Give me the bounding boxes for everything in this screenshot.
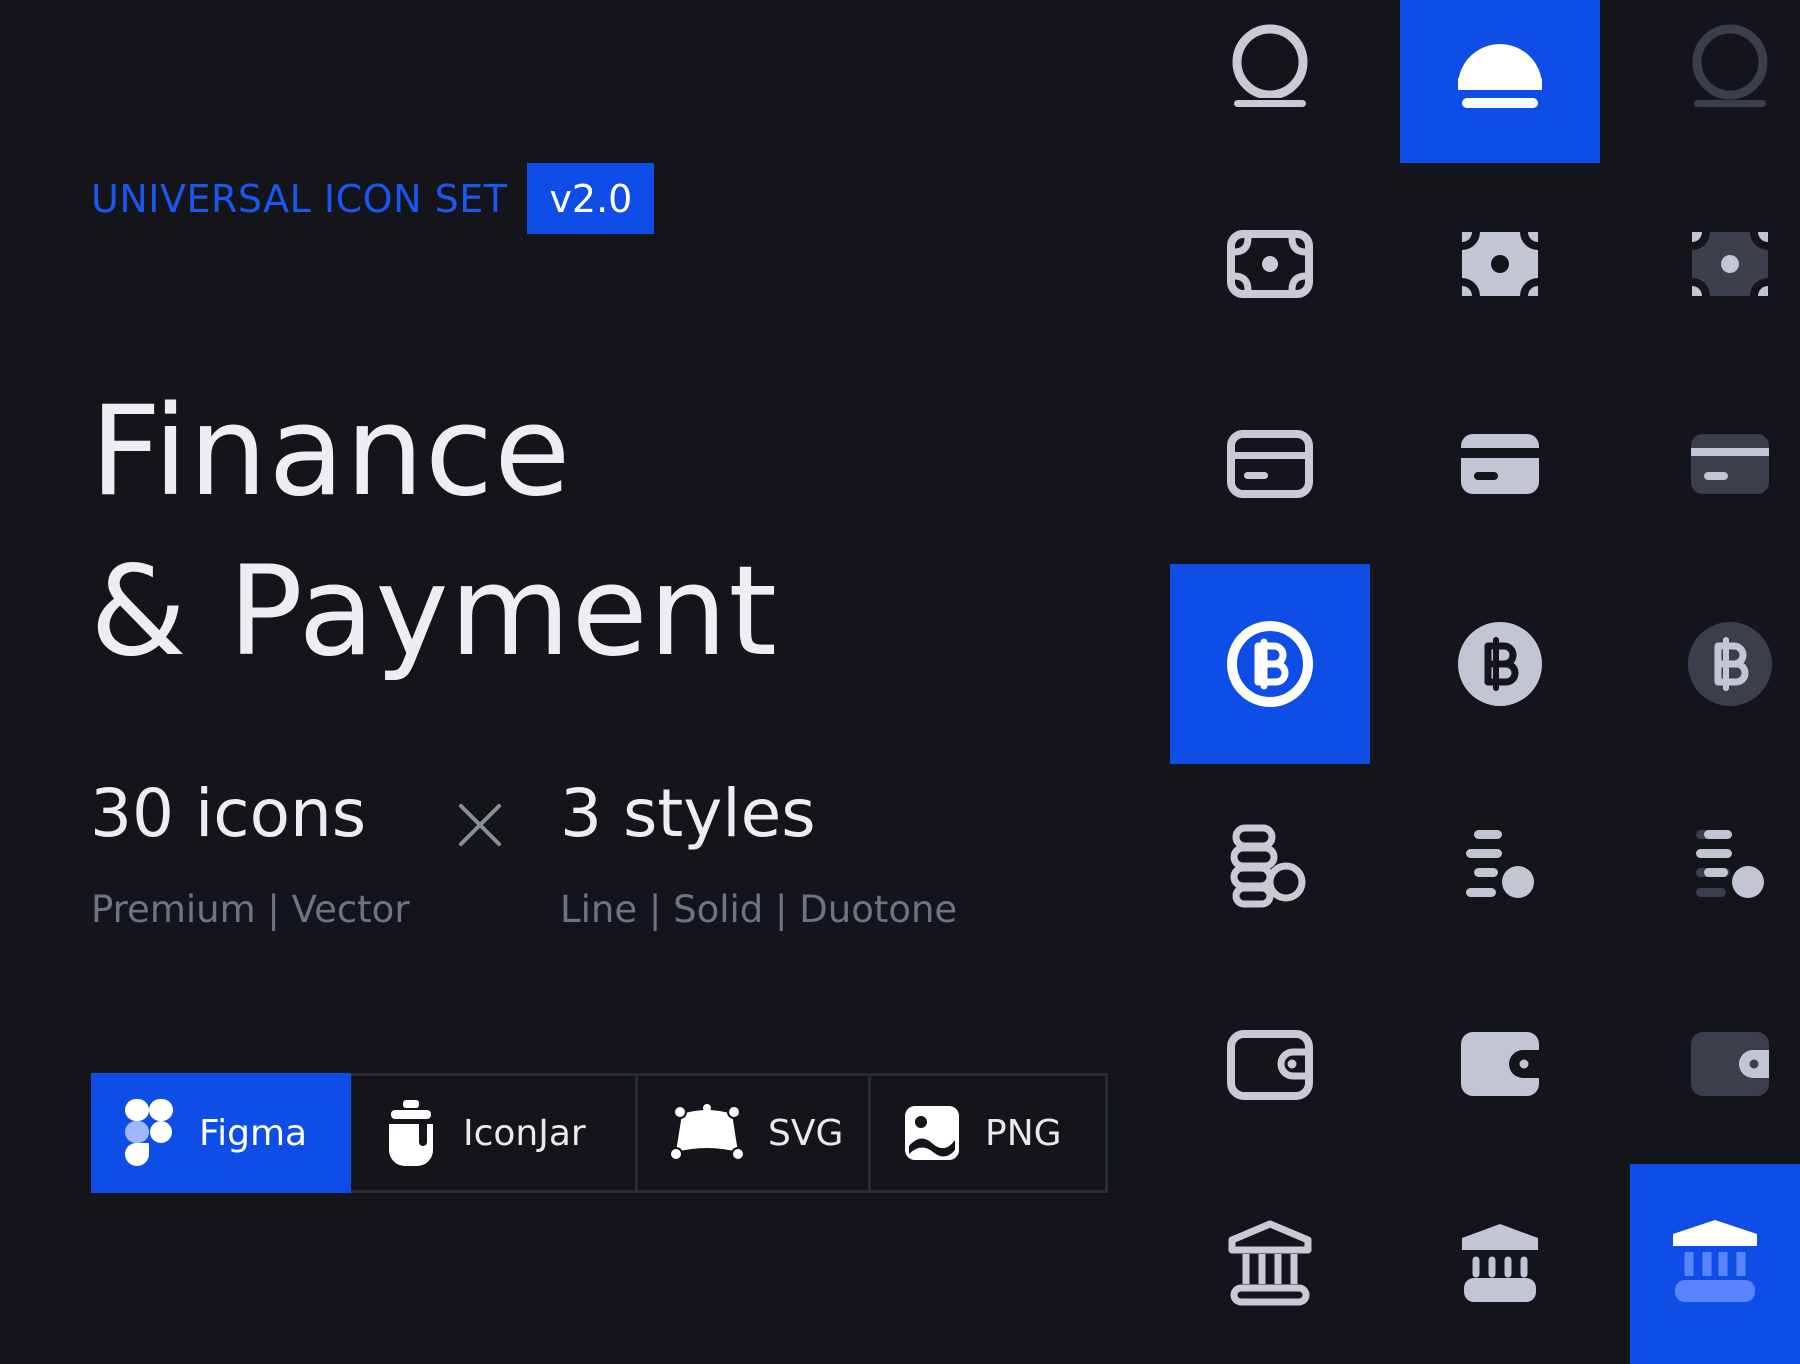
- bitcoin-solid-icon: [1458, 622, 1542, 706]
- format-iconjar-label: IconJar: [463, 1112, 586, 1154]
- bank-line-icon: [1228, 1220, 1312, 1306]
- coins-stack-duotone-cell: [1630, 764, 1800, 964]
- wallet-duotone-icon: [1691, 1032, 1769, 1096]
- title-line-1: Finance: [90, 380, 572, 524]
- coins-stack-solid-icon: [1466, 830, 1534, 898]
- banknote-solid-cell: [1400, 164, 1600, 364]
- sunset-solid-cell: [1400, 0, 1600, 163]
- icon-count: 30 icons: [90, 775, 367, 852]
- bank-solid-cell: [1400, 1164, 1600, 1364]
- banknote-duotone-icon: [1692, 232, 1768, 296]
- sunset-duotone-cell: [1630, 0, 1800, 164]
- bitcoin-line-icon: [1227, 621, 1313, 707]
- credit-card-line-cell: [1170, 364, 1370, 564]
- brand-name: UNIVERSAL ICON SET: [91, 176, 508, 221]
- bitcoin-duotone-icon: [1688, 622, 1772, 706]
- sunset-line-cell: [1170, 0, 1370, 164]
- credit-card-solid-icon: [1461, 434, 1539, 494]
- figma-logo-icon: [125, 1099, 173, 1166]
- coins-stack-solid-cell: [1400, 764, 1600, 964]
- page-title: Finance & Payment: [90, 372, 778, 692]
- version-badge: v2.0: [527, 163, 655, 234]
- format-svg-label: SVG: [768, 1112, 844, 1154]
- bank-duotone-icon: [1673, 1220, 1757, 1302]
- banknote-solid-icon: [1462, 232, 1538, 296]
- png-image-icon: [905, 1106, 959, 1160]
- svg-vector-icon: [670, 1104, 744, 1161]
- format-figma[interactable]: Figma: [91, 1073, 351, 1193]
- sunset-line-icon: [1232, 24, 1308, 107]
- wallet-duotone-cell: [1630, 964, 1800, 1164]
- style-count: 3 styles: [560, 775, 816, 852]
- wallet-line-cell: [1170, 964, 1370, 1164]
- iconjar-jar-icon: [389, 1100, 433, 1166]
- sunset-duotone-icon: [1692, 24, 1768, 107]
- format-iconjar[interactable]: IconJar: [351, 1076, 638, 1190]
- wallet-solid-cell: [1400, 964, 1600, 1164]
- format-svg[interactable]: SVG: [638, 1076, 871, 1190]
- bank-line-cell: [1170, 1164, 1370, 1364]
- format-bar: Figma IconJar SVG PNG: [91, 1073, 1108, 1193]
- wallet-solid-icon: [1461, 1032, 1539, 1096]
- bitcoin-line-cell: [1170, 564, 1370, 764]
- bitcoin-solid-cell: [1400, 564, 1600, 764]
- credit-card-duotone-cell: [1630, 364, 1800, 564]
- wallet-line-icon: [1227, 1030, 1313, 1100]
- banknote-duotone-cell: [1630, 164, 1800, 364]
- coins-stack-line-cell: [1170, 764, 1370, 964]
- bank-duotone-cell: [1630, 1164, 1800, 1364]
- credit-card-line-icon: [1227, 430, 1313, 498]
- title-line-2: & Payment: [90, 540, 778, 684]
- bitcoin-duotone-cell: [1630, 564, 1800, 764]
- format-figma-label: Figma: [199, 1112, 308, 1154]
- banknote-line-icon: [1227, 230, 1313, 298]
- style-count-caption: Line | Solid | Duotone: [560, 888, 958, 931]
- format-png[interactable]: PNG: [871, 1076, 1102, 1190]
- sunset-solid-icon: [1458, 43, 1542, 108]
- icon-count-caption: Premium | Vector: [91, 888, 410, 931]
- coins-stack-line-icon: [1230, 824, 1306, 908]
- format-png-label: PNG: [985, 1112, 1062, 1154]
- bank-solid-icon: [1462, 1224, 1538, 1302]
- multiply-icon: [459, 804, 501, 846]
- banknote-line-cell: [1170, 164, 1370, 364]
- credit-card-duotone-icon: [1691, 434, 1769, 494]
- credit-card-solid-cell: [1400, 364, 1600, 564]
- brand-header: UNIVERSAL ICON SET v2.0: [91, 163, 655, 234]
- coins-stack-duotone-icon: [1696, 830, 1764, 898]
